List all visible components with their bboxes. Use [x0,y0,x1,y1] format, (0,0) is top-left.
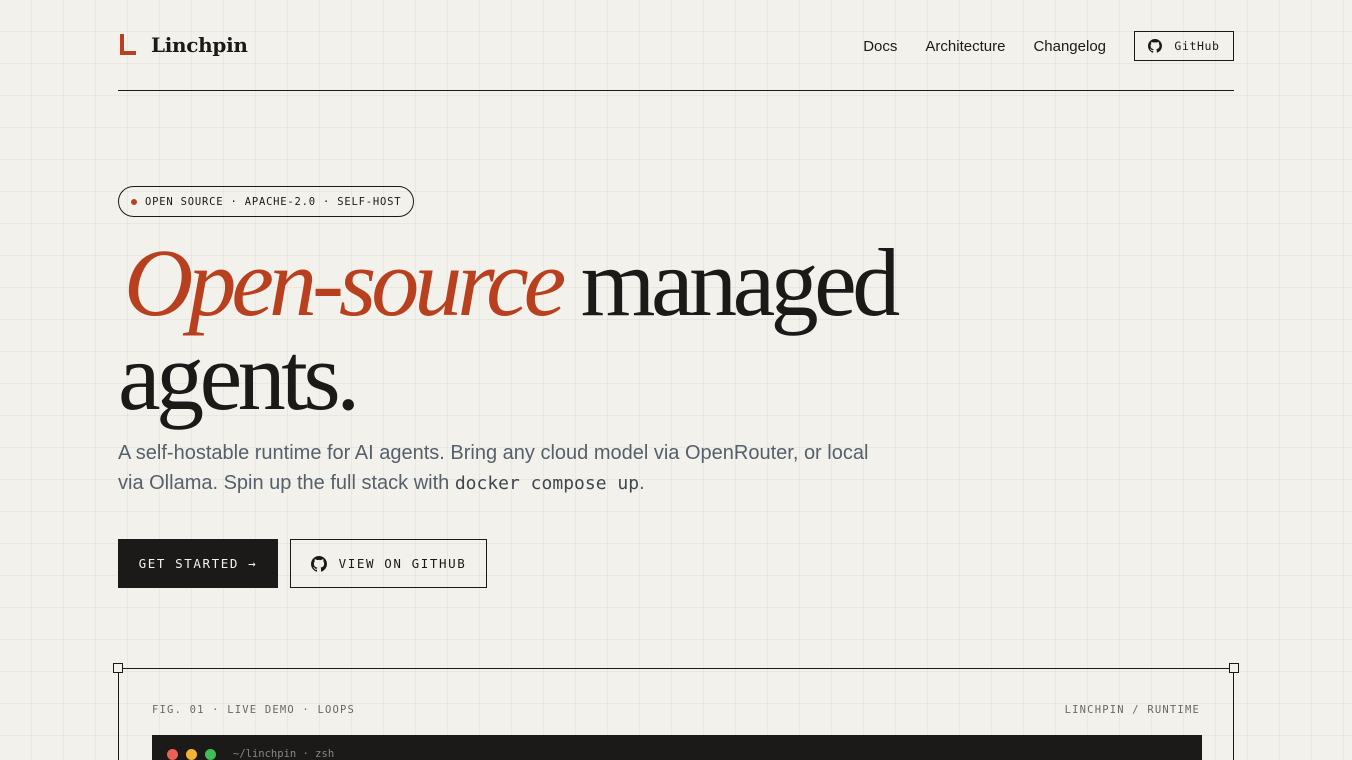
minimize-traffic-light-icon [186,748,197,760]
maximize-traffic-light-icon [205,748,216,760]
get-started-button[interactable]: GET STARTED → [118,539,278,588]
view-on-github-label: VIEW ON GITHUB [338,556,467,571]
nav-github-button[interactable]: GitHub [1134,31,1234,61]
badge-text: OPEN SOURCE · APACHE-2.0 · SELF-HOST [145,195,402,208]
headline-accent: Open-source [124,229,566,336]
headline-rest: managed [580,229,901,336]
site-header: Linchpin Docs Architecture Changelog Git… [118,0,1234,91]
nav-github-label: GitHub [1174,39,1220,53]
figure-caption: FIG. 01 · LIVE DEMO · LOOPS [152,704,356,716]
brand-name: Linchpin [151,33,248,57]
subheading-end: . [639,472,645,494]
linchpin-logo-icon [120,34,136,55]
corner-handle-icon [1229,663,1239,673]
close-traffic-light-icon [167,748,178,760]
subheading-code: docker compose up [454,473,640,494]
brand-logo[interactable]: Linchpin [118,30,248,60]
figure-label: LINCHPIN / RUNTIME [1064,704,1200,716]
main-nav: Docs Architecture Changelog GitHub [863,30,1234,62]
terminal-title: ~/linchpin · zsh [233,748,335,760]
view-on-github-button[interactable]: VIEW ON GITHUB [290,539,487,588]
status-dot-icon [131,198,137,205]
github-icon [310,555,327,572]
license-badge: OPEN SOURCE · APACHE-2.0 · SELF-HOST [118,186,415,217]
nav-architecture[interactable]: Architecture [925,38,1005,55]
hero-subheading: A self-hostable runtime for AI agents. B… [118,438,888,499]
terminal-window: ~/linchpin · zsh [152,735,1202,760]
nav-changelog[interactable]: Changelog [1033,38,1106,55]
live-demo-figure: FIG. 01 · LIVE DEMO · LOOPS LINCHPIN / R… [113,663,1239,760]
get-started-label: GET STARTED → [138,556,258,571]
github-icon [1148,39,1163,53]
corner-handle-icon [113,663,123,673]
terminal-titlebar: ~/linchpin · zsh [152,735,1202,760]
headline-line2: agents. [118,323,360,430]
nav-docs[interactable]: Docs [863,38,897,55]
hero-headline: Open-source managed agents. [118,235,1018,425]
